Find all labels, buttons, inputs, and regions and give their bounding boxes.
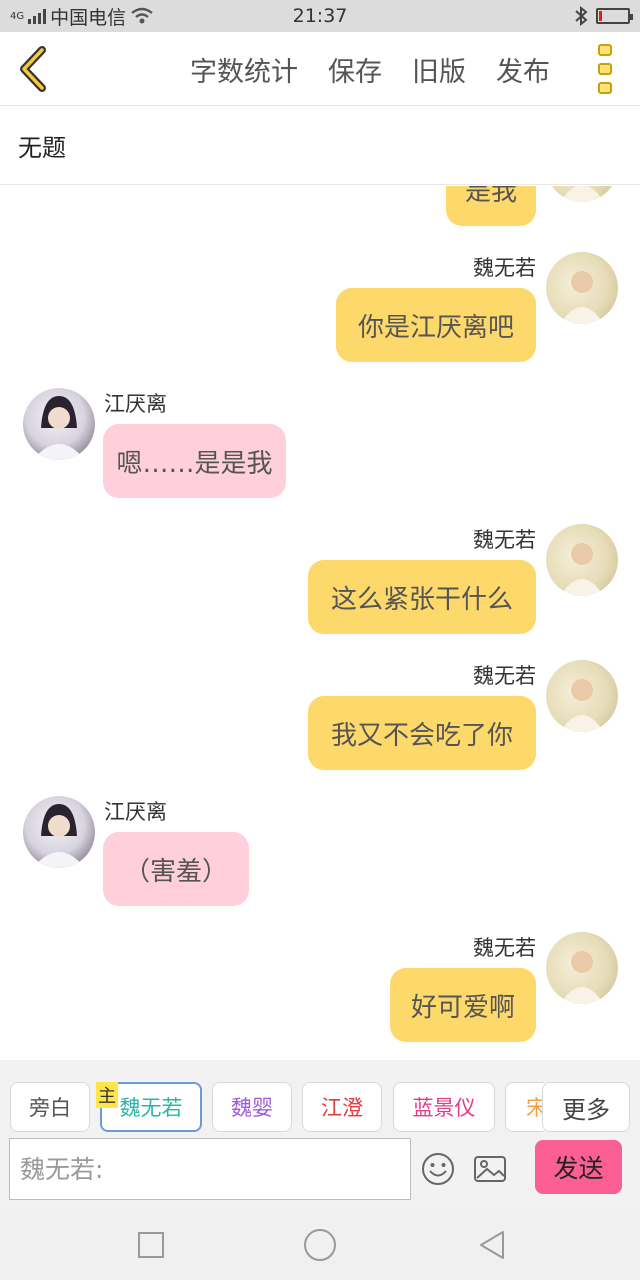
system-nav-bar bbox=[0, 1208, 640, 1280]
send-button[interactable]: 发送 bbox=[535, 1140, 622, 1194]
message-text: （害羞） bbox=[123, 856, 228, 887]
avatar-image bbox=[560, 679, 604, 732]
status-right bbox=[574, 6, 633, 26]
host-tag-badge: 主 bbox=[96, 1082, 118, 1108]
app-screen: 4G 中国电信 21:37 字数统计 保存 旧版 发布 无题 是我 魏无若 你是… bbox=[0, 0, 640, 1280]
sender-name: 魏无若 bbox=[473, 256, 536, 280]
avatar-image bbox=[560, 951, 604, 1004]
avatar-image bbox=[560, 271, 604, 324]
sender-name: 魏无若 bbox=[473, 528, 536, 552]
more-vertical-icon[interactable] bbox=[598, 44, 614, 94]
save-button[interactable]: 保存 bbox=[328, 50, 382, 89]
message-bubble[interactable]: 你是江厌离吧 bbox=[336, 288, 536, 362]
sender-name: 江厌离 bbox=[104, 392, 167, 416]
message-bubble[interactable]: 嗯……是是我 bbox=[103, 424, 286, 498]
home-icon[interactable] bbox=[303, 1228, 337, 1262]
message-bubble[interactable]: 好可爱啊 bbox=[390, 968, 536, 1042]
role-narration[interactable]: 旁白 bbox=[10, 1082, 90, 1132]
status-left: 4G 中国电信 bbox=[10, 3, 574, 30]
avatar-image bbox=[33, 396, 85, 460]
composer-panel: 旁白 魏无若 魏婴 江澄 蓝景仪 宋 主 更多 魏无若: 发送 bbox=[0, 1060, 640, 1208]
emoji-icon[interactable] bbox=[421, 1152, 455, 1186]
message-text: 我又不会吃了你 bbox=[330, 720, 513, 751]
avatar-image bbox=[33, 804, 85, 868]
avatar[interactable] bbox=[546, 524, 618, 596]
message-bubble[interactable]: 我又不会吃了你 bbox=[308, 696, 536, 770]
avatar[interactable] bbox=[546, 186, 618, 202]
message-text: 嗯……是是我 bbox=[116, 448, 273, 479]
role-label: 蓝景仪 bbox=[412, 1096, 476, 1120]
word-count-button[interactable]: 字数统计 bbox=[190, 50, 298, 89]
role-lan-jingyi[interactable]: 蓝景仪 bbox=[393, 1082, 495, 1132]
battery-level bbox=[599, 11, 602, 21]
network-type: 4G bbox=[10, 10, 25, 22]
story-title-text: 无题 bbox=[18, 134, 66, 162]
role-label: 旁白 bbox=[29, 1096, 71, 1120]
message-input[interactable] bbox=[9, 1138, 411, 1200]
role-wei-ying[interactable]: 魏婴 bbox=[212, 1082, 292, 1132]
message-bubble[interactable]: 这么紧张干什么 bbox=[308, 560, 536, 634]
role-label: 魏无若 bbox=[119, 1096, 183, 1120]
signal-icon bbox=[28, 8, 47, 24]
message-bubble[interactable]: 是我 bbox=[446, 186, 536, 226]
sender-name: 魏无若 bbox=[473, 936, 536, 960]
role-label: 江澄 bbox=[321, 1096, 363, 1120]
avatar[interactable] bbox=[546, 932, 618, 1004]
menu-dot bbox=[598, 82, 612, 94]
menu-dot bbox=[598, 63, 612, 75]
sender-name: 江厌离 bbox=[104, 800, 167, 824]
avatar-image bbox=[560, 186, 604, 202]
message-text: 是我 bbox=[465, 186, 518, 207]
message-text: 你是江厌离吧 bbox=[357, 312, 514, 343]
nav-actions: 字数统计 保存 旧版 发布 bbox=[190, 32, 580, 106]
old-version-button[interactable]: 旧版 bbox=[412, 50, 466, 89]
more-roles-button[interactable]: 更多 bbox=[542, 1082, 630, 1132]
avatar[interactable] bbox=[546, 252, 618, 324]
publish-button[interactable]: 发布 bbox=[496, 50, 550, 89]
image-icon[interactable] bbox=[473, 1152, 507, 1186]
avatar[interactable] bbox=[23, 388, 95, 460]
avatar[interactable] bbox=[23, 796, 95, 868]
battery-icon bbox=[596, 8, 633, 24]
bluetooth-icon bbox=[575, 6, 588, 26]
carrier-name: 中国电信 bbox=[50, 6, 127, 29]
role-selector[interactable]: 旁白 魏无若 魏婴 江澄 蓝景仪 宋 bbox=[10, 1082, 544, 1132]
status-bar: 4G 中国电信 21:37 bbox=[0, 0, 640, 32]
wifi-icon bbox=[131, 7, 153, 24]
role-jiang-cheng[interactable]: 江澄 bbox=[302, 1082, 382, 1132]
message-text: 好可爱啊 bbox=[410, 992, 515, 1023]
sender-name: 魏无若 bbox=[473, 664, 536, 688]
top-nav-bar: 字数统计 保存 旧版 发布 bbox=[0, 32, 640, 106]
back-triangle-icon[interactable] bbox=[475, 1228, 509, 1262]
chat-area[interactable]: 是我 魏无若 你是江厌离吧 江厌离 嗯……是是我 魏无若 这么紧张干什么 魏无若 bbox=[0, 186, 640, 1060]
chevron-left-icon[interactable] bbox=[14, 44, 54, 94]
avatar-image bbox=[560, 543, 604, 596]
menu-dot bbox=[598, 44, 612, 56]
message-bubble[interactable]: （害羞） bbox=[103, 832, 249, 906]
recent-apps-icon[interactable] bbox=[134, 1228, 168, 1262]
role-label: 魏婴 bbox=[231, 1096, 273, 1120]
role-song[interactable]: 宋 bbox=[505, 1082, 544, 1132]
story-title[interactable]: 无题 bbox=[0, 107, 640, 185]
message-text: 这么紧张干什么 bbox=[330, 584, 513, 615]
avatar[interactable] bbox=[546, 660, 618, 732]
